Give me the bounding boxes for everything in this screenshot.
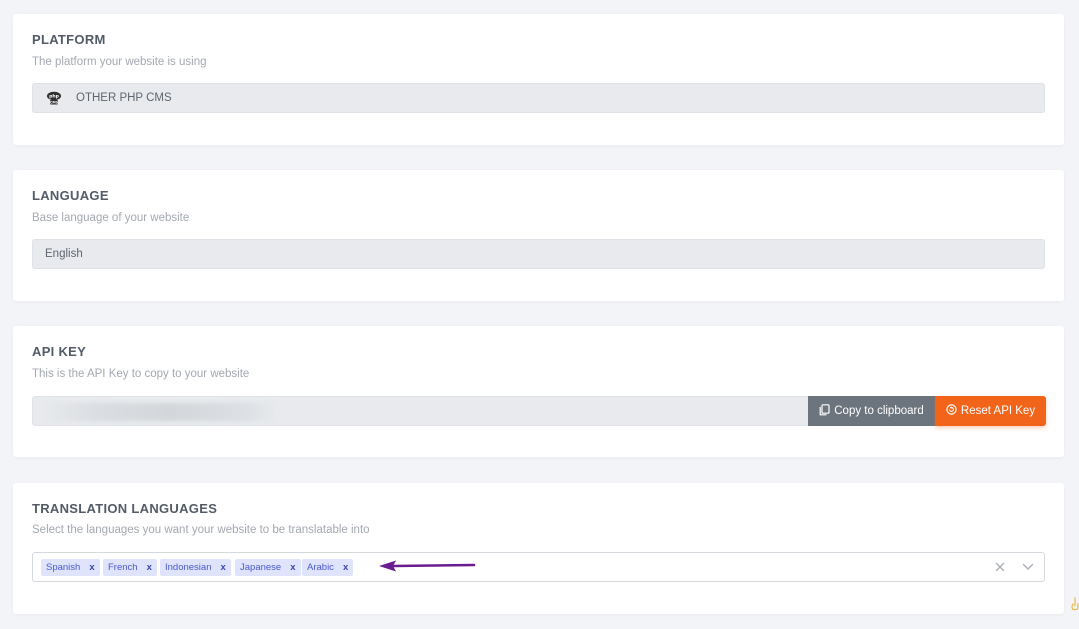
- language-card: LANGUAGE Base language of your website E…: [13, 170, 1064, 301]
- language-subtitle: Base language of your website: [32, 212, 190, 224]
- php-cms-icon: php CMS: [46, 90, 62, 106]
- annotation-arrow: [378, 559, 478, 578]
- api-key-card: API KEY This is the API Key to copy to y…: [13, 326, 1064, 457]
- api-key-redacted: [39, 403, 279, 421]
- tag-label: Indonesian: [165, 562, 212, 573]
- svg-text:php: php: [49, 94, 60, 100]
- svg-text:CMS: CMS: [50, 101, 59, 105]
- language-tag-japanese: Japanese x: [235, 559, 301, 576]
- copy-label: Copy to clipboard: [834, 405, 924, 417]
- translation-languages-select[interactable]: Spanish x French x Indonesian x Japanese…: [32, 552, 1045, 582]
- language-field[interactable]: English: [32, 239, 1045, 269]
- cursor-hand-icon: [1070, 597, 1079, 616]
- reset-label: Reset API Key: [960, 405, 1036, 417]
- chevron-down-icon[interactable]: [1021, 560, 1035, 574]
- tag-label: Spanish: [46, 562, 81, 573]
- reset-api-key-button[interactable]: Reset API Key: [935, 396, 1046, 426]
- language-tag-french: French x: [103, 559, 157, 576]
- language-value: English: [45, 248, 83, 260]
- remove-japanese-icon[interactable]: x: [290, 562, 295, 573]
- platform-field[interactable]: php CMS OTHER PHP CMS: [32, 83, 1045, 113]
- copy-to-clipboard-button[interactable]: Copy to clipboard: [808, 396, 935, 426]
- copy-icon: [819, 403, 830, 419]
- tag-label: Japanese: [240, 562, 282, 573]
- tag-label: Arabic: [307, 562, 334, 573]
- api-key-subtitle: This is the API Key to copy to your webs…: [32, 368, 250, 380]
- translation-card: TRANSLATION LANGUAGES Select the languag…: [13, 483, 1064, 614]
- language-tag-indonesian: Indonesian x: [160, 559, 231, 576]
- platform-card: PLATFORM The platform your website is us…: [13, 14, 1064, 145]
- api-key-title: API KEY: [32, 344, 87, 359]
- tag-label: French: [108, 562, 138, 573]
- language-title: LANGUAGE: [32, 188, 109, 203]
- remove-arabic-icon[interactable]: x: [343, 562, 348, 573]
- reset-icon: [946, 404, 957, 418]
- translation-subtitle: Select the languages you want your websi…: [32, 524, 370, 536]
- language-tag-arabic: Arabic x: [302, 559, 354, 576]
- platform-value: OTHER PHP CMS: [76, 92, 172, 104]
- api-key-field[interactable]: Copy to clipboard Reset API Key: [32, 396, 1046, 426]
- clear-all-icon[interactable]: [993, 560, 1007, 574]
- translation-title: TRANSLATION LANGUAGES: [32, 501, 218, 516]
- language-tag-spanish: Spanish x: [41, 559, 100, 576]
- remove-indonesian-icon[interactable]: x: [220, 562, 225, 573]
- platform-title: PLATFORM: [32, 32, 106, 47]
- platform-subtitle: The platform your website is using: [32, 56, 207, 68]
- remove-spanish-icon[interactable]: x: [89, 562, 94, 573]
- remove-french-icon[interactable]: x: [147, 562, 152, 573]
